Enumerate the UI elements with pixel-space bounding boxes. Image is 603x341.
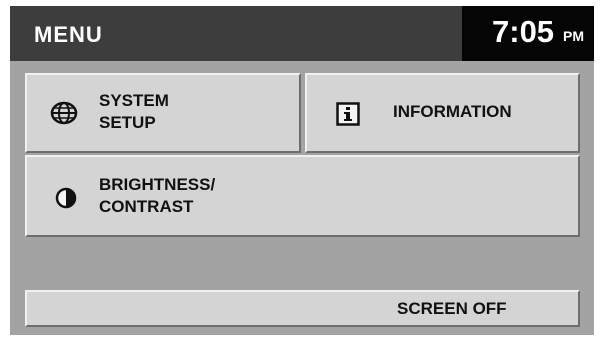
brightness-contrast-button[interactable]: BRIGHTNESS/ CONTRAST	[25, 155, 580, 237]
brightness-contrast-label: BRIGHTNESS/ CONTRAST	[99, 175, 216, 216]
system-setup-label: SYSTEM SETUP	[99, 91, 169, 132]
menu-screen: MENU 7:05 PM SYSTEM SETUP INFORMATION BR…	[10, 6, 594, 335]
header-bar: MENU 7:05 PM	[10, 6, 594, 61]
information-button[interactable]: INFORMATION	[305, 73, 580, 153]
contrast-icon	[55, 187, 77, 209]
clock-ampm: PM	[563, 28, 584, 44]
screen-off-label: SCREEN OFF	[397, 299, 507, 318]
information-label: INFORMATION	[393, 102, 512, 121]
system-setup-button[interactable]: SYSTEM SETUP	[25, 73, 301, 153]
globe-icon	[50, 101, 78, 125]
menu-title: MENU	[34, 22, 103, 47]
clock: 7:05 PM	[462, 6, 594, 61]
screen-off-button[interactable]: SCREEN OFF	[25, 290, 580, 327]
clock-time: 7:05	[492, 14, 555, 49]
info-icon	[336, 102, 360, 126]
